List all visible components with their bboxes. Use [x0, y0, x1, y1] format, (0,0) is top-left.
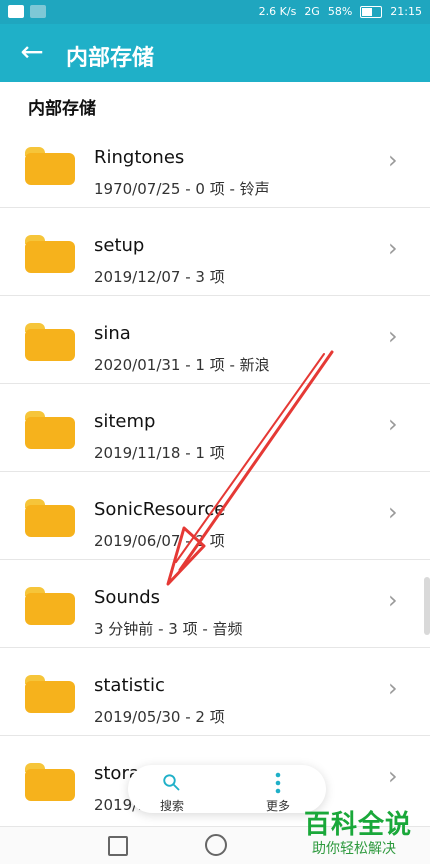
- folder-icon: [25, 323, 75, 361]
- chevron-right-icon: ›: [388, 410, 398, 438]
- scrollbar[interactable]: [424, 577, 430, 635]
- folder-name: setup: [94, 235, 145, 256]
- watermark: 百科全说 助你轻松解决: [304, 804, 424, 860]
- status-bar: 2.6 K/s 2G 58% 21:15: [0, 0, 430, 24]
- notification-icon: [30, 5, 46, 18]
- folder-icon: [25, 411, 75, 449]
- folder-name: Sounds: [94, 587, 161, 608]
- folder-icon: [25, 235, 75, 273]
- search-label: 搜索: [159, 799, 184, 813]
- folder-name: sina: [94, 323, 131, 344]
- app-bar: ← 内部存储: [0, 24, 430, 82]
- folder-meta: 2019/11/18 - 1 项: [94, 444, 225, 462]
- list-item[interactable]: setup 2019/12/07 - 3 项 ›: [0, 208, 430, 296]
- clock: 21:15: [390, 5, 422, 18]
- folder-meta: 2019/05/30 - 2 项: [94, 708, 225, 726]
- status-right: 2.6 K/s 2G 58% 21:15: [259, 5, 422, 18]
- network-speed: 2.6 K/s: [258, 5, 297, 18]
- chevron-right-icon: ›: [388, 674, 398, 702]
- more-icon: [275, 772, 281, 794]
- chevron-right-icon: ›: [388, 498, 398, 526]
- chevron-right-icon: ›: [388, 762, 398, 790]
- folder-meta: 3 分钟前 - 3 项 - 音频: [94, 620, 243, 638]
- folder-name: sitemp: [94, 411, 156, 432]
- watermark-title: 百科全说: [304, 810, 413, 840]
- chevron-right-icon: ›: [388, 146, 398, 174]
- battery-percent: 58%: [327, 5, 353, 18]
- folder-meta: 2020/01/31 - 1 项 - 新浪: [94, 356, 270, 374]
- folder-name: statistic: [94, 675, 165, 696]
- more-label: 更多: [265, 799, 290, 813]
- folder-icon: [25, 499, 75, 537]
- folder-icon: [25, 147, 75, 185]
- more-button[interactable]: 更多: [246, 771, 310, 813]
- chevron-right-icon: ›: [388, 586, 398, 614]
- search-button[interactable]: 搜索: [140, 771, 204, 813]
- status-left: [8, 5, 46, 18]
- watermark-subtitle: 助你轻松解决: [312, 841, 396, 857]
- folder-icon: [25, 587, 75, 625]
- folder-icon: [25, 675, 75, 713]
- folder-meta: 2019/12/07 - 3 项: [94, 268, 225, 286]
- folder-meta: 1970/07/25 - 0 项 - 铃声: [94, 180, 270, 198]
- chevron-right-icon: ›: [388, 234, 398, 262]
- folder-icon: [25, 763, 75, 801]
- page-title: 内部存储: [66, 46, 155, 71]
- notification-icon: [8, 5, 24, 18]
- battery-icon: [360, 5, 383, 18]
- chevron-right-icon: ›: [388, 322, 398, 350]
- back-button[interactable]: ←: [18, 38, 46, 66]
- home-button[interactable]: [205, 834, 227, 856]
- folder-list: Ringtones 1970/07/25 - 0 项 - 铃声 › setup …: [0, 120, 430, 814]
- folder-name: Ringtones: [94, 147, 185, 168]
- arrow-left-icon: ←: [20, 35, 44, 68]
- folder-name: SonicResource: [94, 499, 226, 520]
- search-icon: [163, 774, 180, 791]
- signal-indicator: 2G: [304, 5, 320, 18]
- folder-meta: 2019/06/07 - 2 项: [94, 532, 225, 550]
- bottom-action-bar: 搜索 更多: [128, 765, 326, 813]
- list-item[interactable]: sina 2020/01/31 - 1 项 - 新浪 ›: [0, 296, 430, 384]
- recent-apps-button[interactable]: [108, 836, 128, 856]
- list-item[interactable]: Ringtones 1970/07/25 - 0 项 - 铃声 ›: [0, 120, 430, 208]
- list-item[interactable]: sitemp 2019/11/18 - 1 项 ›: [0, 384, 430, 472]
- section-title: 内部存储: [28, 99, 96, 119]
- list-item[interactable]: Sounds 3 分钟前 - 3 项 - 音频 ›: [0, 560, 430, 648]
- list-item[interactable]: SonicResource 2019/06/07 - 2 项 ›: [0, 472, 430, 560]
- list-item[interactable]: statistic 2019/05/30 - 2 项 ›: [0, 648, 430, 736]
